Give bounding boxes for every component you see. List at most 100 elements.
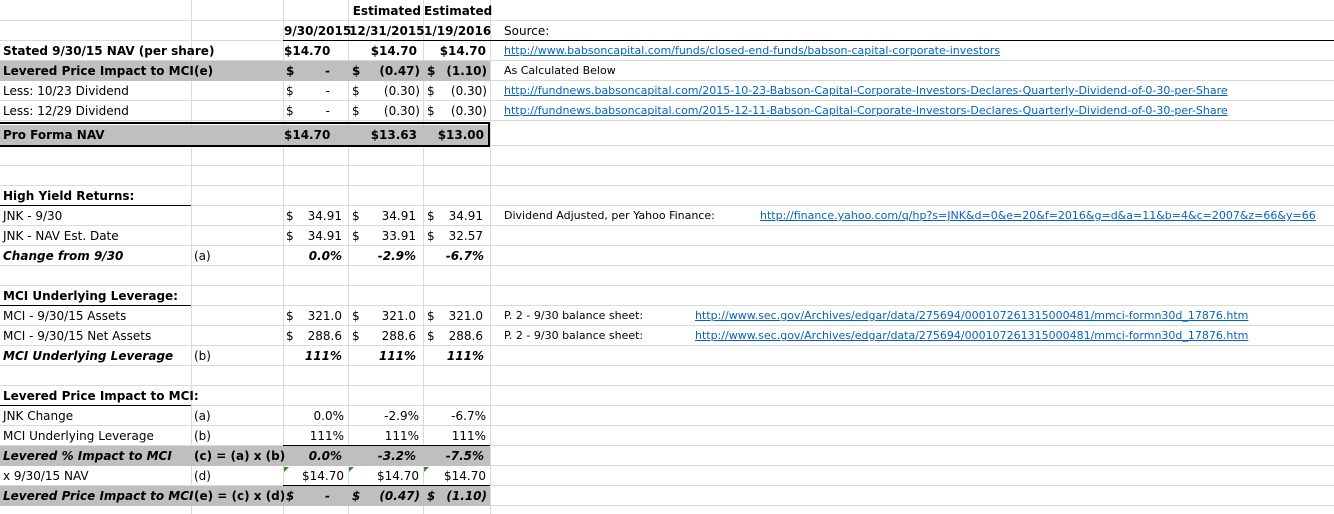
dollar-sign: $ [352, 329, 360, 343]
date-header-1: 9/30/2015 [284, 24, 352, 38]
stated-nav-v3: $14.70 [439, 44, 486, 58]
net-assets-source-link[interactable]: http://www.sec.gov/Archives/edgar/data/2… [695, 326, 1248, 346]
dollar-sign: $ [352, 309, 360, 323]
stated-nav-v2: $14.70 [370, 44, 417, 58]
dollar-sign: $ [286, 104, 294, 118]
pro-forma-row: Pro Forma NAV $14.70 $13.63 $13.00 [0, 125, 1334, 145]
dollar-sign: $ [427, 209, 435, 223]
underlying-leverage-v1: 111% [304, 349, 342, 363]
levered-impact-label: Levered Price Impact to MCI [3, 64, 194, 78]
pro-forma-v3: $13.00 [437, 128, 484, 142]
levered-pct-v1: 0.0% [308, 449, 342, 463]
underlying-leverage-ref: (b) [194, 349, 211, 363]
date-header-3: 1/19/2016 [424, 24, 492, 38]
jnk-930-v1: 34.91 [307, 209, 342, 223]
levered-price-v1: - [325, 489, 330, 503]
dollar-sign: $ [286, 309, 294, 323]
high-yield-title-row: High Yield Returns: [0, 186, 1334, 206]
dividend-1-row: Less: 10/23 Dividend $ - $ (0.30) $ (0.3… [0, 81, 1334, 101]
net-assets-v1: 288.6 [307, 329, 342, 343]
stated-nav-v1: $14.70 [284, 44, 331, 58]
impact-nav-v2: $14.70 [377, 469, 419, 483]
header-row-dates: 9/30/2015 12/31/2015 1/19/2016 Source: [0, 21, 1334, 41]
error-indicator-icon [349, 467, 354, 472]
assets-v3: 321.0 [448, 309, 483, 323]
error-indicator-icon [424, 467, 429, 472]
pro-forma-v1: $14.70 [284, 128, 331, 142]
change-label: Change from 9/30 [3, 249, 124, 263]
assets-source-link[interactable]: http://www.sec.gov/Archives/edgar/data/2… [695, 306, 1248, 326]
change-v1: 0.0% [308, 249, 342, 263]
leverage-title: MCI Underlying Leverage: [3, 289, 178, 303]
dollar-sign: $ [352, 104, 360, 118]
header-row-estimated: Estimated Estimated [0, 1, 1334, 21]
underlying-leverage-row: MCI Underlying Leverage (b) 111% 111% 11… [0, 346, 1334, 366]
estimated-header-3: Estimated [424, 4, 493, 18]
underlying-leverage-label: MCI Underlying Leverage [3, 349, 174, 363]
levered-impact-ref: (e) [194, 64, 214, 78]
impact-leverage-row: MCI Underlying Leverage (b) 111% 111% 11… [0, 426, 1334, 446]
levered-price-v3: (1.10) [446, 489, 487, 503]
dividend-2-source-link[interactable]: http://fundnews.babsoncapital.com/2015-1… [504, 101, 1228, 121]
stated-nav-row: Stated 9/30/15 NAV (per share) $14.70 $1… [0, 41, 1334, 61]
jnk-nav-v1: 34.91 [307, 229, 342, 243]
net-assets-v3: 288.6 [448, 329, 483, 343]
levered-pct-label: Levered % Impact to MCI [3, 449, 172, 463]
dollar-sign: $ [427, 329, 435, 343]
levered-impact-v1: - [325, 64, 330, 78]
levered-pct-row: Levered % Impact to MCI (c) = (a) x (b) … [0, 446, 1334, 466]
jnk-change-label: JNK Change [3, 409, 74, 423]
dividend-2-v1: - [325, 104, 330, 118]
jnk-change-row: JNK Change (a) 0.0% -2.9% -6.7% [0, 406, 1334, 426]
dollar-sign: $ [286, 64, 295, 78]
pro-forma-label: Pro Forma NAV [3, 128, 105, 142]
levered-price-label: Levered Price Impact to MCI [3, 489, 194, 503]
dollar-sign: $ [286, 84, 294, 98]
levered-impact-note: As Calculated Below [504, 64, 616, 77]
dollar-sign: $ [427, 229, 435, 243]
net-assets-note: P. 2 - 9/30 balance sheet: [504, 329, 644, 342]
dividend-2-v2: (0.30) [383, 104, 420, 118]
impact-nav-label: x 9/30/15 NAV [3, 469, 89, 483]
jnk-930-row: JNK - 9/30 $ 34.91 $ 34.91 $ 34.91 Divid… [0, 206, 1334, 226]
dividend-2-row: Less: 12/29 Dividend $ - $ (0.30) $ (0.3… [0, 101, 1334, 121]
jnk-change-v3: -6.7% [451, 409, 486, 423]
levered-price-v2: (0.47) [379, 489, 420, 503]
levered-pct-ref: (c) = (a) x (b) [194, 449, 286, 463]
impact-leverage-v3: 111% [451, 429, 486, 443]
dollar-sign: $ [427, 309, 435, 323]
date-header-2: 12/31/2015 [349, 24, 425, 38]
dividend-1-label: Less: 10/23 Dividend [3, 84, 129, 98]
jnk-930-v2: 34.91 [381, 209, 416, 223]
levered-impact-row: Levered Price Impact to MCI (e) $ - $ (0… [0, 61, 1334, 81]
impact-leverage-v2: 111% [384, 429, 419, 443]
impact-nav-v3: $14.70 [444, 469, 486, 483]
dividend-1-v3: (0.30) [450, 84, 487, 98]
dollar-sign: $ [286, 209, 294, 223]
impact-title-row: Levered Price Impact to MCI: [0, 386, 1334, 406]
underlying-leverage-v2: 111% [378, 349, 416, 363]
jnk-nav-row: JNK - NAV Est. Date $ 34.91 $ 33.91 $ 32… [0, 226, 1334, 246]
jnk-change-v2: -2.9% [384, 409, 419, 423]
dollar-sign: $ [427, 104, 435, 118]
dividend-1-source-link[interactable]: http://fundnews.babsoncapital.com/2015-1… [504, 81, 1228, 101]
levered-price-ref: (e) = (c) x (d) [194, 489, 286, 503]
dollar-sign: $ [286, 229, 294, 243]
leverage-title-row: MCI Underlying Leverage: [0, 286, 1334, 306]
yahoo-source-link[interactable]: http://finance.yahoo.com/q/hp?s=JNK&d=0&… [760, 206, 1316, 226]
assets-label: MCI - 9/30/15 Assets [3, 309, 127, 323]
impact-leverage-label: MCI Underlying Leverage [3, 429, 154, 443]
levered-pct-v3: -7.5% [445, 449, 484, 463]
jnk-930-label: JNK - 9/30 [3, 209, 63, 223]
dividend-2-label: Less: 12/29 Dividend [3, 104, 129, 118]
underlying-leverage-v3: 111% [446, 349, 484, 363]
stated-nav-source-link[interactable]: http://www.babsoncapital.com/funds/close… [504, 41, 1000, 61]
dividend-1-v2: (0.30) [383, 84, 420, 98]
change-ref: (a) [194, 249, 211, 263]
dividend-2-v3: (0.30) [450, 104, 487, 118]
assets-v1: 321.0 [307, 309, 342, 323]
impact-leverage-v1: 111% [309, 429, 344, 443]
dollar-sign: $ [352, 84, 360, 98]
dollar-sign: $ [352, 229, 360, 243]
stated-nav-label: Stated 9/30/15 NAV (per share) [3, 44, 215, 58]
